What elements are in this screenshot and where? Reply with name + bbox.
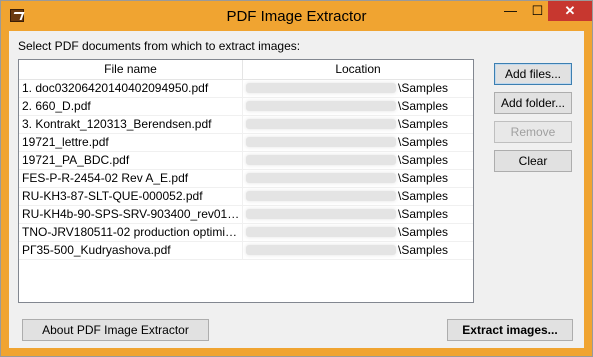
about-button[interactable]: About PDF Image Extractor [22,319,209,341]
location-cell: \Samples [246,206,470,223]
location-cell: \Samples [246,224,470,241]
location-suffix: \Samples [398,135,449,149]
app-window: PDF Image Extractor — ☐ ✕ Select PDF doc… [0,0,593,357]
table-row[interactable]: 19721_lettre.pdf \Samples [19,134,473,152]
column-divider [242,188,243,205]
location-suffix: \Samples [398,153,449,167]
file-name-cell: 19721_PA_BDC.pdf [22,153,130,167]
client-area: Select PDF documents from which to extra… [9,31,584,348]
redacted-path [246,119,396,129]
redacted-path [246,191,396,201]
redacted-path [246,227,396,237]
location-suffix: \Samples [398,243,449,257]
location-cell: \Samples [246,170,470,187]
file-name-cell: 2. 660_D.pdf [22,99,91,113]
location-suffix: \Samples [398,117,449,131]
column-divider [242,80,243,97]
column-divider [242,242,243,259]
file-name-cell: FES-P-R-2454-02 Rev A_E.pdf [22,171,189,185]
table-row[interactable]: 3. Kontrakt_120313_Berendsen.pdf \Samples [19,116,473,134]
column-divider [242,224,243,241]
close-button[interactable]: ✕ [548,1,592,21]
location-suffix: \Samples [398,81,449,95]
redacted-path [246,101,396,111]
file-name-cell: TNO-JRV180511-02 production optimisat... [22,225,240,239]
minimize-button[interactable]: — [497,1,524,21]
pdf-file-list[interactable]: File name Location 1. doc032064201404020… [18,59,474,303]
column-divider [242,152,243,169]
location-cell: \Samples [246,116,470,133]
maximize-button[interactable]: ☐ [524,1,551,21]
column-header-location[interactable]: Location [243,60,473,79]
list-header: File name Location [19,60,473,80]
redacted-path [246,173,396,183]
file-name-cell: RU-KH4b-90-SPS-SRV-903400_rev01_e... [22,207,240,221]
location-cell: \Samples [246,98,470,115]
column-divider [242,170,243,187]
file-name-cell: 19721_lettre.pdf [22,135,109,149]
remove-button[interactable]: Remove [494,121,572,143]
table-row[interactable]: RU-KH4b-90-SPS-SRV-903400_rev01_e... \Sam… [19,206,473,224]
column-divider [242,206,243,223]
location-suffix: \Samples [398,99,449,113]
column-divider [242,134,243,151]
location-cell: \Samples [246,80,470,97]
location-suffix: \Samples [398,189,449,203]
table-row[interactable]: 19721_PA_BDC.pdf \Samples [19,152,473,170]
table-row[interactable]: RU-KH3-87-SLT-QUE-000052.pdf \Samples [19,188,473,206]
redacted-path [246,83,396,93]
location-cell: \Samples [246,134,470,151]
table-row[interactable]: 2. 660_D.pdf \Samples [19,98,473,116]
list-rows: 1. doc03206420140402094950.pdf \Samples 2.… [19,80,473,260]
file-name-cell: РГ35-500_Kudryashova.pdf [22,243,171,257]
location-cell: \Samples [246,188,470,205]
location-suffix: \Samples [398,207,449,221]
location-suffix: \Samples [398,171,449,185]
add-files-button[interactable]: Add files... [494,63,572,85]
clear-button[interactable]: Clear [494,150,572,172]
add-folder-button[interactable]: Add folder... [494,92,572,114]
file-name-cell: 1. doc03206420140402094950.pdf [22,81,209,95]
location-cell: \Samples [246,242,470,259]
title-bar[interactable]: PDF Image Extractor — ☐ ✕ [1,1,592,31]
file-name-cell: 3. Kontrakt_120313_Berendsen.pdf [22,117,212,131]
column-header-file-name[interactable]: File name [19,60,243,79]
column-divider [242,116,243,133]
table-row[interactable]: TNO-JRV180511-02 production optimisat...… [19,224,473,242]
table-row[interactable]: 1. doc03206420140402094950.pdf \Samples [19,80,473,98]
table-row[interactable]: РГ35-500_Kudryashova.pdf \Samples [19,242,473,260]
redacted-path [246,155,396,165]
extract-images-button[interactable]: Extract images... [447,319,573,341]
file-name-cell: RU-KH3-87-SLT-QUE-000052.pdf [22,189,203,203]
redacted-path [246,137,396,147]
instruction-label: Select PDF documents from which to extra… [18,39,301,53]
column-divider [242,98,243,115]
redacted-path [246,245,396,255]
redacted-path [246,209,396,219]
table-row[interactable]: FES-P-R-2454-02 Rev A_E.pdf \Samples [19,170,473,188]
location-cell: \Samples [246,152,470,169]
location-suffix: \Samples [398,225,449,239]
